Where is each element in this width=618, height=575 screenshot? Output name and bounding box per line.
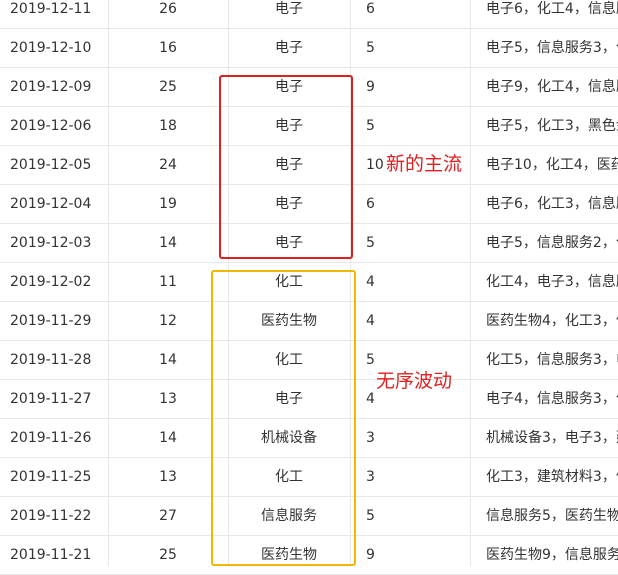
date-cell: 2019-12-05 — [10, 157, 92, 173]
table-row[interactable]: 2019-12-10 16 电子 5 电子5，信息服务3，化 — [0, 29, 618, 68]
sector-count-cell: 3 — [366, 469, 375, 485]
sector-count-cell: 9 — [366, 547, 375, 563]
red-annotation-label: 新的主流 — [386, 153, 463, 175]
sector-breakdown-cell: 电子5，信息服务3，化 — [486, 40, 618, 56]
main-sector-cell: 电子 — [275, 40, 303, 56]
sector-breakdown-cell: 医药生物4，化工3，信 — [486, 313, 618, 329]
date-cell: 2019-12-11 — [10, 1, 92, 17]
sector-count-cell: 4 — [366, 274, 375, 290]
count-cell: 24 — [159, 157, 177, 173]
sector-count-cell: 5 — [366, 508, 375, 524]
sector-count-cell: 6 — [366, 196, 375, 212]
yellow-annotation-label: 无序波动 — [376, 370, 453, 392]
sector-count-cell: 3 — [366, 430, 375, 446]
date-cell: 2019-11-25 — [10, 469, 92, 485]
count-cell: 25 — [159, 547, 177, 563]
date-cell: 2019-12-03 — [10, 235, 92, 251]
table-row[interactable]: 2019-12-11 26 电子 6 电子6，化工4，信息服 — [0, 0, 618, 29]
count-cell: 13 — [159, 469, 177, 485]
count-cell: 27 — [159, 508, 177, 524]
sector-breakdown-cell: 电子9，化工4，信息服 — [486, 79, 618, 95]
sector-count-cell: 5 — [366, 40, 375, 56]
date-cell: 2019-11-27 — [10, 391, 92, 407]
count-cell: 14 — [159, 235, 177, 251]
sector-breakdown-cell: 化工3，建筑材料3，信 — [486, 469, 618, 485]
sector-breakdown-cell: 信息服务5，医药生物 — [486, 508, 618, 524]
count-cell: 26 — [159, 1, 177, 17]
sector-breakdown-cell: 化工5，信息服务3，电 — [486, 352, 618, 368]
count-cell: 25 — [159, 79, 177, 95]
main-sector-cell: 电子 — [275, 1, 303, 17]
sector-breakdown-cell: 电子4，信息服务3，化 — [486, 391, 618, 407]
date-cell: 2019-11-28 — [10, 352, 92, 368]
sector-count-cell: 5 — [366, 118, 375, 134]
count-cell: 11 — [159, 274, 177, 290]
date-cell: 2019-11-29 — [10, 313, 92, 329]
date-cell: 2019-11-26 — [10, 430, 92, 446]
sector-breakdown-cell: 机械设备3，电子3，建 — [486, 430, 618, 446]
date-cell: 2019-11-21 — [10, 547, 92, 563]
date-cell: 2019-12-09 — [10, 79, 92, 95]
sector-breakdown-cell: 医药生物9，信息服务 — [486, 547, 618, 563]
count-cell: 12 — [159, 313, 177, 329]
sector-breakdown-cell: 化工4，电子3，信息服 — [486, 274, 618, 290]
sector-count-cell: 9 — [366, 79, 375, 95]
sector-count-cell: 6 — [366, 1, 375, 17]
count-cell: 14 — [159, 352, 177, 368]
sector-breakdown-cell: 电子6，化工4，信息服 — [486, 1, 618, 17]
count-cell: 13 — [159, 391, 177, 407]
count-cell: 18 — [159, 118, 177, 134]
date-cell: 2019-12-04 — [10, 196, 92, 212]
count-cell: 16 — [159, 40, 177, 56]
sector-count-cell: 5 — [366, 235, 375, 251]
sector-breakdown-cell: 电子5，信息服务2，化 — [486, 235, 618, 251]
sector-breakdown-cell: 电子5，化工3，黑色金 — [486, 118, 618, 134]
date-cell: 2019-11-22 — [10, 508, 92, 524]
sector-count-cell: 4 — [366, 313, 375, 329]
count-cell: 14 — [159, 430, 177, 446]
sector-breakdown-cell: 电子6，化工3，信息服 — [486, 196, 618, 212]
red-highlight-box — [219, 75, 353, 259]
date-cell: 2019-12-02 — [10, 274, 92, 290]
date-cell: 2019-12-06 — [10, 118, 92, 134]
date-cell: 2019-12-10 — [10, 40, 92, 56]
sector-breakdown-cell: 电子10，化工4，医药 — [486, 157, 618, 173]
count-cell: 19 — [159, 196, 177, 212]
yellow-highlight-box — [211, 270, 356, 566]
